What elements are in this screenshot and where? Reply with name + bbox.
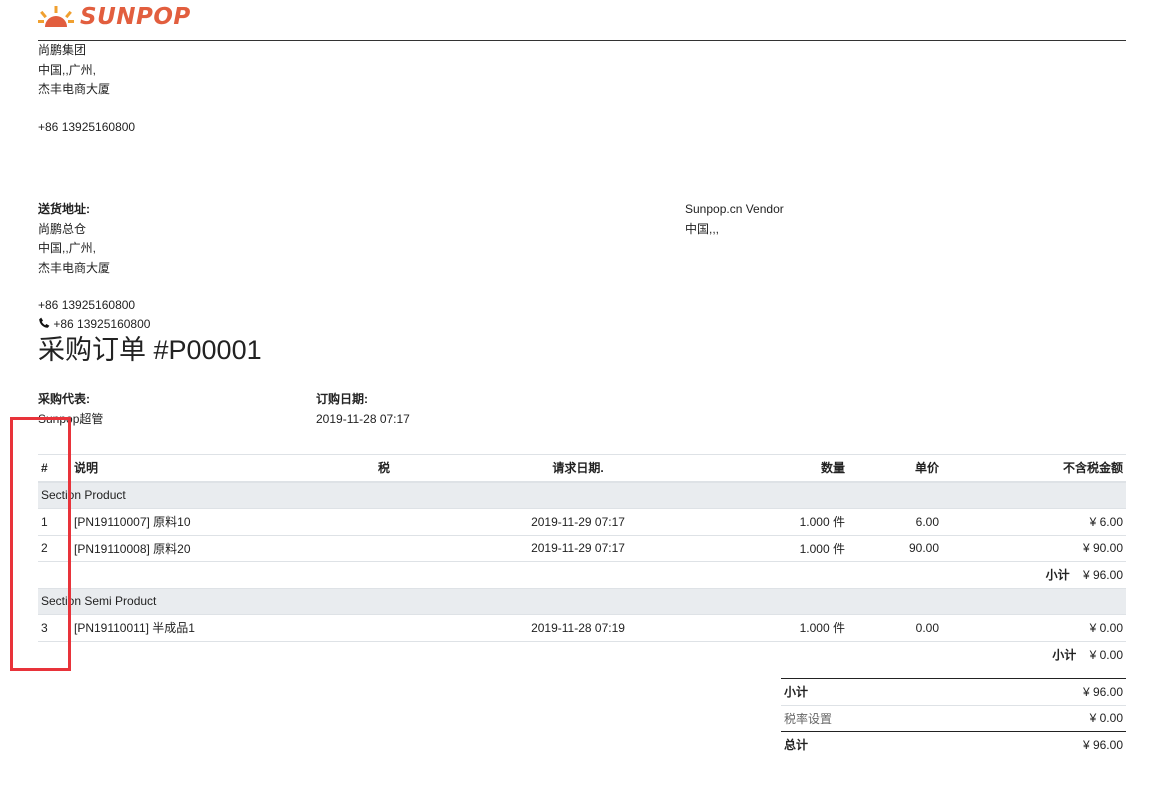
line-unit-price: 0.00 <box>848 614 942 641</box>
phone-icon <box>39 317 50 328</box>
table-header-row: # 说明 税 请求日期. 数量 单价 不含税金额 <box>38 454 1126 483</box>
shipping-address-line2: 中国,,广州, <box>38 241 97 255</box>
shipping-phone: +86 13925160800 <box>38 298 136 312</box>
company-address: 尚鹏集团 中国,,广州, 杰丰电商大厦 <box>38 41 110 100</box>
section-subtotal-label: 小计 <box>1045 568 1070 583</box>
company-name: 尚鹏集团 <box>38 43 87 57</box>
subtotal-row: 小计 ¥ 96.00 <box>38 561 1126 588</box>
line-amount: ¥ 90.00 <box>942 534 1126 562</box>
vendor-country: 中国,,, <box>685 221 720 236</box>
totals-total-value: ¥ 96.00 <box>967 731 1126 758</box>
highlight-box <box>10 417 71 671</box>
totals-total-label: 总计 <box>781 731 968 758</box>
header-divider <box>38 40 1126 41</box>
line-unit-price: 6.00 <box>848 508 942 535</box>
section-subtotal: 小计 ¥ 0.00 <box>38 640 1126 667</box>
section-row: Section Product <box>38 481 1126 509</box>
shipping-phone-2: +86 13925160800 <box>53 316 151 331</box>
totals-subtotal-row: 小计 ¥ 96.00 <box>781 678 1126 705</box>
shipping-address-line3: 杰丰电商大厦 <box>38 260 111 275</box>
company-address-line3: 杰丰电商大厦 <box>38 82 111 96</box>
company-address-line2: 中国,,广州, <box>38 62 97 77</box>
line-date: 2019-11-29 07:17 <box>483 534 673 562</box>
section-subtotal-value: ¥ 96.00 <box>1082 568 1123 583</box>
line-amount: ¥ 0.00 <box>942 614 1126 641</box>
company-phone-text: +86 13925160800 <box>38 120 136 134</box>
page-title: 采购订单 #P00001 <box>38 335 262 365</box>
shipping-label: 送货地址: <box>38 202 90 216</box>
purchase-rep-label: 采购代表: <box>38 392 90 406</box>
subtotal-row: 小计 ¥ 0.00 <box>38 640 1126 667</box>
section-label: Section Product <box>38 481 1126 509</box>
col-header-unit-price: 单价 <box>848 454 942 483</box>
totals-table: 小计 ¥ 96.00 税率设置 ¥ 0.00 总计 ¥ 96.00 <box>781 678 1126 758</box>
line-date: 2019-11-29 07:17 <box>483 508 673 535</box>
line-quantity: 1.000 件 <box>673 508 848 535</box>
line-tax <box>375 614 483 641</box>
vendor-name: Sunpop.cn Vendor <box>685 202 784 216</box>
totals-tax-value: ¥ 0.00 <box>967 704 1126 732</box>
totals-subtotal-label: 小计 <box>781 678 968 705</box>
section-subtotal-value: ¥ 0.00 <box>1089 647 1123 662</box>
shipping-address: 送货地址: 尚鹏总仓 中国,,广州, 杰丰电商大厦 <box>38 200 110 278</box>
line-unit-price: 90.00 <box>848 534 942 562</box>
order-date-label: 订购日期: <box>316 392 368 406</box>
shipping-phones: +86 13925160800 +86 13925160800 <box>38 296 150 333</box>
col-header-quantity: 数量 <box>673 454 848 483</box>
company-logo: SUNPOP <box>38 4 191 30</box>
line-description: [PN19110011] 半成品1 <box>71 614 375 641</box>
line-tax <box>375 534 483 562</box>
shipping-name: 尚鹏总仓 <box>38 221 87 236</box>
section-subtotal-label: 小计 <box>1052 647 1077 662</box>
col-header-date: 请求日期. <box>483 454 673 483</box>
order-date: 订购日期: 2019-11-28 07:17 <box>316 390 410 429</box>
section-row: Section Semi Product <box>38 587 1126 615</box>
line-date: 2019-11-28 07:19 <box>483 614 673 641</box>
vendor-address: Sunpop.cn Vendor 中国,,, <box>685 200 784 239</box>
order-date-value: 2019-11-28 07:17 <box>316 411 410 426</box>
line-amount: ¥ 6.00 <box>942 508 1126 535</box>
totals-tax-label: 税率设置 <box>781 704 968 732</box>
section-label: Section Semi Product <box>38 587 1126 615</box>
brand-name: SUNPOP <box>80 4 191 30</box>
line-quantity: 1.000 件 <box>673 534 848 562</box>
totals-total-row: 总计 ¥ 96.00 <box>781 731 1126 758</box>
line-tax <box>375 508 483 535</box>
col-header-tax: 税 <box>375 454 483 483</box>
order-lines-table: # 说明 税 请求日期. 数量 单价 不含税金额 Section Product… <box>38 454 1126 667</box>
totals-subtotal-value: ¥ 96.00 <box>967 678 1126 705</box>
table-row: 1 [PN19110007] 原料10 2019-11-29 07:17 1.0… <box>38 508 1126 535</box>
line-description: [PN19110008] 原料20 <box>71 534 375 562</box>
shipping-phone-row: +86 13925160800 <box>38 316 150 333</box>
section-subtotal: 小计 ¥ 96.00 <box>38 561 1126 588</box>
col-header-description: 说明 <box>71 454 375 483</box>
col-header-amount: 不含税金额 <box>942 454 1126 483</box>
table-row: 3 [PN19110011] 半成品1 2019-11-28 07:19 1.0… <box>38 614 1126 641</box>
table-row: 2 [PN19110008] 原料20 2019-11-29 07:17 1.0… <box>38 534 1126 562</box>
sun-logo-icon <box>38 6 74 27</box>
line-description: [PN19110007] 原料10 <box>71 508 375 535</box>
company-phone: +86 13925160800 <box>38 118 135 138</box>
line-quantity: 1.000 件 <box>673 614 848 641</box>
totals-tax-row: 税率设置 ¥ 0.00 <box>781 704 1126 732</box>
